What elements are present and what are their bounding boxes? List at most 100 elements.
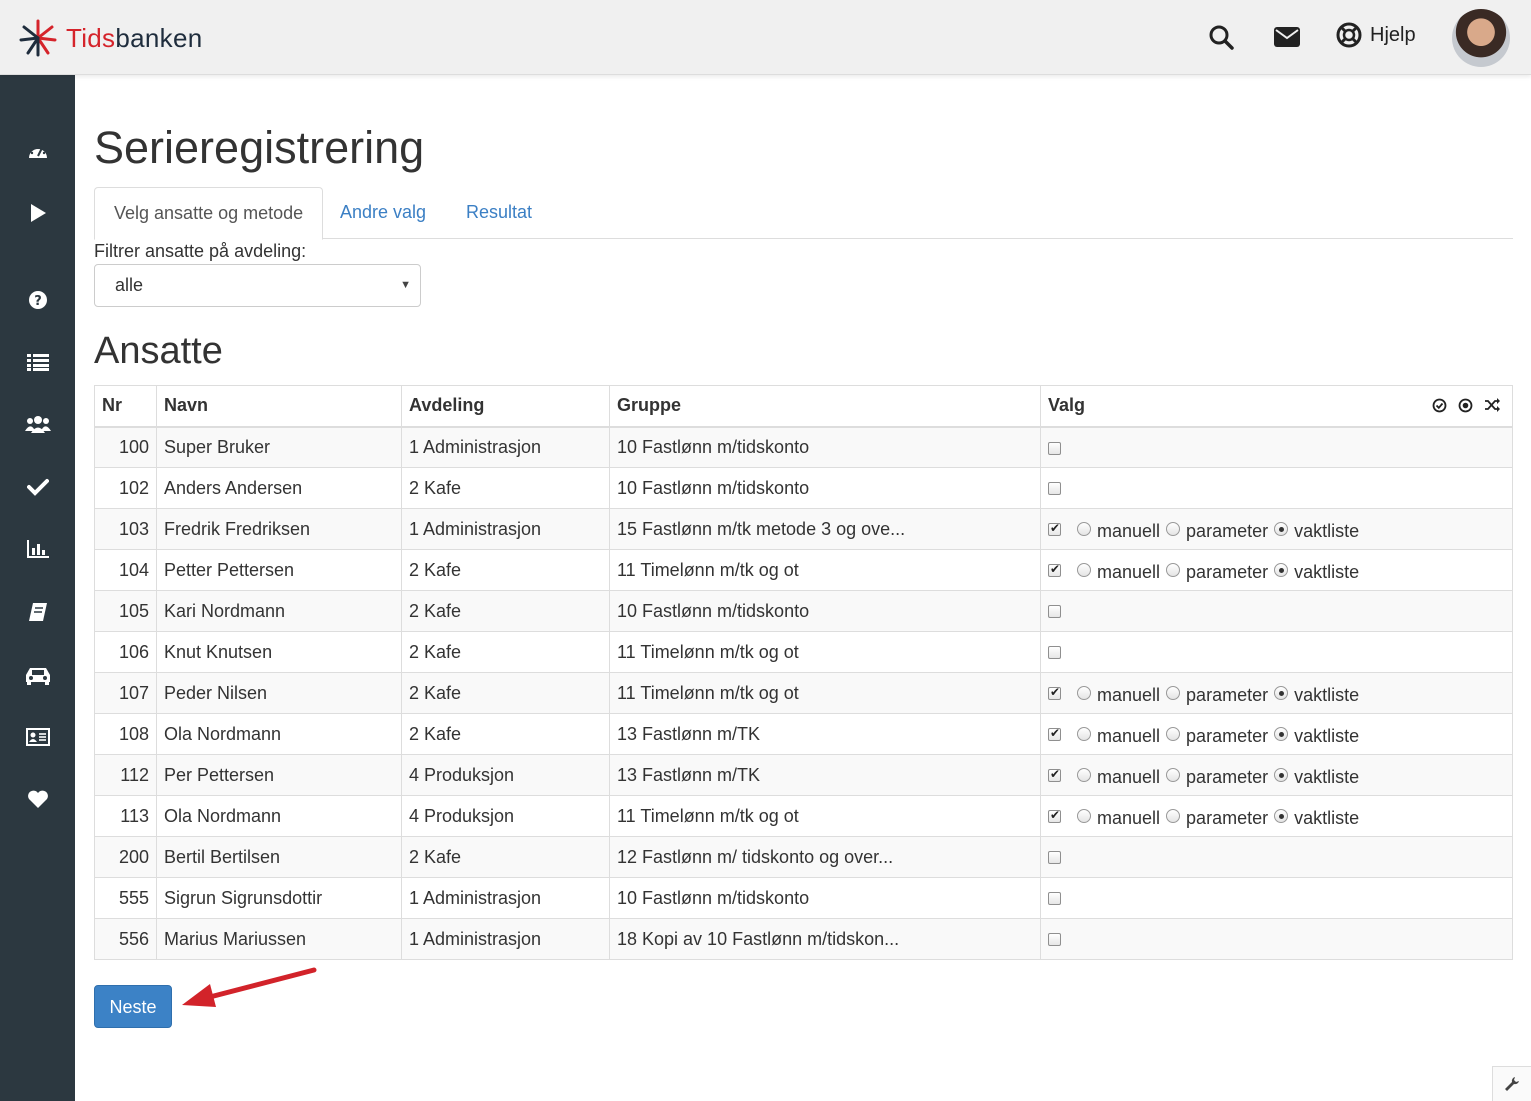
table-row: 106 Knut Knutsen 2 Kafe 11 Timelønn m/tk og… bbox=[94, 631, 1513, 673]
department-cell: 1 Administrasjon bbox=[401, 508, 610, 550]
wrench-icon[interactable] bbox=[1492, 1066, 1531, 1101]
row-checkbox[interactable] bbox=[1048, 646, 1061, 660]
method-radio-group: manuell parameter vaktliste bbox=[1077, 560, 1365, 582]
user-avatar[interactable] bbox=[1452, 9, 1510, 67]
radio-vaktliste-label: vaktliste bbox=[1294, 561, 1360, 582]
envelope-icon[interactable] bbox=[1272, 22, 1302, 52]
radio-vaktliste[interactable] bbox=[1274, 768, 1289, 783]
radio-manuell-label: manuell bbox=[1097, 725, 1161, 746]
group-cell: 11 Timelønn m/tk og ot bbox=[609, 549, 1041, 591]
list-icon[interactable] bbox=[22, 346, 54, 378]
radio-parameter[interactable] bbox=[1166, 563, 1181, 578]
radio-manuell[interactable] bbox=[1077, 563, 1091, 578]
select-all-icon[interactable] bbox=[1432, 398, 1447, 413]
radio-vaktliste-label: vaktliste bbox=[1294, 520, 1360, 541]
book-icon[interactable] bbox=[22, 596, 54, 628]
radio-vaktliste[interactable] bbox=[1274, 809, 1289, 824]
department-cell: 2 Kafe bbox=[401, 836, 610, 878]
table-row: 107 Peder Nilsen 2 Kafe 11 Timelønn m/tk og… bbox=[94, 672, 1513, 714]
group-cell: 10 Fastlønn m/tidskonto bbox=[609, 590, 1041, 632]
row-checkbox[interactable] bbox=[1048, 605, 1061, 619]
header-gruppe: Gruppe bbox=[609, 385, 1041, 428]
radio-parameter[interactable] bbox=[1166, 686, 1181, 701]
dashboard-icon[interactable] bbox=[22, 135, 54, 167]
nr-cell: 555 bbox=[94, 877, 157, 919]
name-cell: Peder Nilsen bbox=[156, 672, 402, 714]
radio-vaktliste-label: vaktliste bbox=[1294, 725, 1360, 746]
row-checkbox[interactable] bbox=[1048, 482, 1061, 496]
valg-cell bbox=[1040, 590, 1513, 632]
row-checkbox[interactable] bbox=[1048, 685, 1061, 700]
header-navn: Navn bbox=[156, 385, 402, 428]
annotation-arrow-icon bbox=[182, 967, 317, 1007]
name-cell: Anders Andersen bbox=[156, 467, 402, 509]
radio-parameter-label: parameter bbox=[1186, 684, 1269, 705]
radio-parameter-label: parameter bbox=[1186, 766, 1269, 787]
name-cell: Per Pettersen bbox=[156, 754, 402, 796]
tab-resultat[interactable]: Resultat bbox=[447, 187, 551, 239]
table-row: 112 Per Pettersen 4 Produksjon 13 Fastlønn … bbox=[94, 754, 1513, 796]
radio-vaktliste[interactable] bbox=[1274, 563, 1289, 578]
car-icon[interactable] bbox=[22, 659, 54, 691]
search-icon[interactable] bbox=[1206, 22, 1236, 52]
check-icon[interactable] bbox=[22, 471, 54, 503]
row-checkbox[interactable] bbox=[1048, 808, 1061, 823]
heart-icon[interactable] bbox=[22, 783, 54, 815]
radio-vaktliste-label: vaktliste bbox=[1294, 807, 1360, 828]
row-checkbox[interactable] bbox=[1048, 892, 1061, 906]
bar-chart-icon[interactable] bbox=[22, 533, 54, 565]
department-cell: 4 Produksjon bbox=[401, 754, 610, 796]
department-cell: 2 Kafe bbox=[401, 672, 610, 714]
radio-parameter[interactable] bbox=[1166, 809, 1181, 824]
radio-parameter[interactable] bbox=[1166, 522, 1181, 537]
name-cell: Petter Pettersen bbox=[156, 549, 402, 591]
row-checkbox[interactable] bbox=[1048, 767, 1061, 782]
department-cell: 1 Administrasjon bbox=[401, 426, 610, 468]
id-card-icon[interactable] bbox=[22, 721, 54, 753]
row-checkbox[interactable] bbox=[1048, 726, 1061, 741]
radio-vaktliste[interactable] bbox=[1274, 727, 1289, 742]
radio-manuell[interactable] bbox=[1077, 686, 1091, 701]
radio-parameter[interactable] bbox=[1166, 768, 1181, 783]
nr-cell: 102 bbox=[94, 467, 157, 509]
header-valg-label: Valg bbox=[1048, 395, 1086, 416]
valg-cell bbox=[1040, 467, 1513, 509]
tidsbanken-logo[interactable]: Tidsbanken bbox=[18, 18, 202, 58]
users-icon[interactable] bbox=[22, 408, 54, 440]
table-row: 555 Sigrun Sigrunsdottir 1 Administrasjon 1… bbox=[94, 877, 1513, 919]
radio-manuell[interactable] bbox=[1077, 768, 1091, 783]
department-select[interactable]: alle ▼ bbox=[94, 264, 421, 307]
department-cell: 2 Kafe bbox=[401, 549, 610, 591]
filter-label: Filtrer ansatte på avdeling: bbox=[94, 241, 307, 261]
header-valg: Valg bbox=[1040, 385, 1513, 428]
play-icon[interactable] bbox=[22, 197, 54, 229]
radio-manuell[interactable] bbox=[1077, 809, 1091, 824]
table-row: 113 Ola Nordmann 4 Produksjon 11 Timelønn m… bbox=[94, 795, 1513, 837]
select-none-icon[interactable] bbox=[1458, 398, 1473, 413]
valg-cell: manuell parameter vaktliste bbox=[1040, 754, 1513, 796]
shuffle-icon[interactable] bbox=[1484, 398, 1500, 413]
nr-cell: 112 bbox=[94, 754, 157, 796]
radio-manuell[interactable] bbox=[1077, 727, 1091, 742]
chevron-down-icon: ▼ bbox=[400, 279, 411, 291]
next-button[interactable]: Neste bbox=[94, 985, 172, 1028]
group-cell: 12 Fastlønn m/ tidskonto og over... bbox=[609, 836, 1041, 878]
tab-velg-ansatte[interactable]: Velg ansatte og metode bbox=[94, 187, 324, 240]
table-row: 200 Bertil Bertilsen 2 Kafe 12 Fastlønn m/ … bbox=[94, 836, 1513, 878]
radio-vaktliste[interactable] bbox=[1274, 686, 1289, 701]
row-checkbox[interactable] bbox=[1048, 933, 1061, 947]
group-cell: 11 Timelønn m/tk og ot bbox=[609, 672, 1041, 714]
tab-andre-valg[interactable]: Andre valg bbox=[321, 187, 445, 239]
row-checkbox[interactable] bbox=[1048, 521, 1061, 536]
radio-vaktliste-label: vaktliste bbox=[1294, 766, 1360, 787]
row-checkbox[interactable] bbox=[1048, 441, 1061, 455]
department-cell: 2 Kafe bbox=[401, 590, 610, 632]
row-checkbox[interactable] bbox=[1048, 562, 1061, 577]
radio-vaktliste[interactable] bbox=[1274, 522, 1289, 537]
row-checkbox[interactable] bbox=[1048, 851, 1061, 865]
question-icon[interactable]: ? bbox=[22, 284, 54, 316]
help-link[interactable]: Hjelp bbox=[1336, 22, 1416, 48]
method-radio-group: manuell parameter vaktliste bbox=[1077, 806, 1365, 828]
radio-manuell[interactable] bbox=[1077, 522, 1091, 537]
radio-parameter[interactable] bbox=[1166, 727, 1181, 742]
